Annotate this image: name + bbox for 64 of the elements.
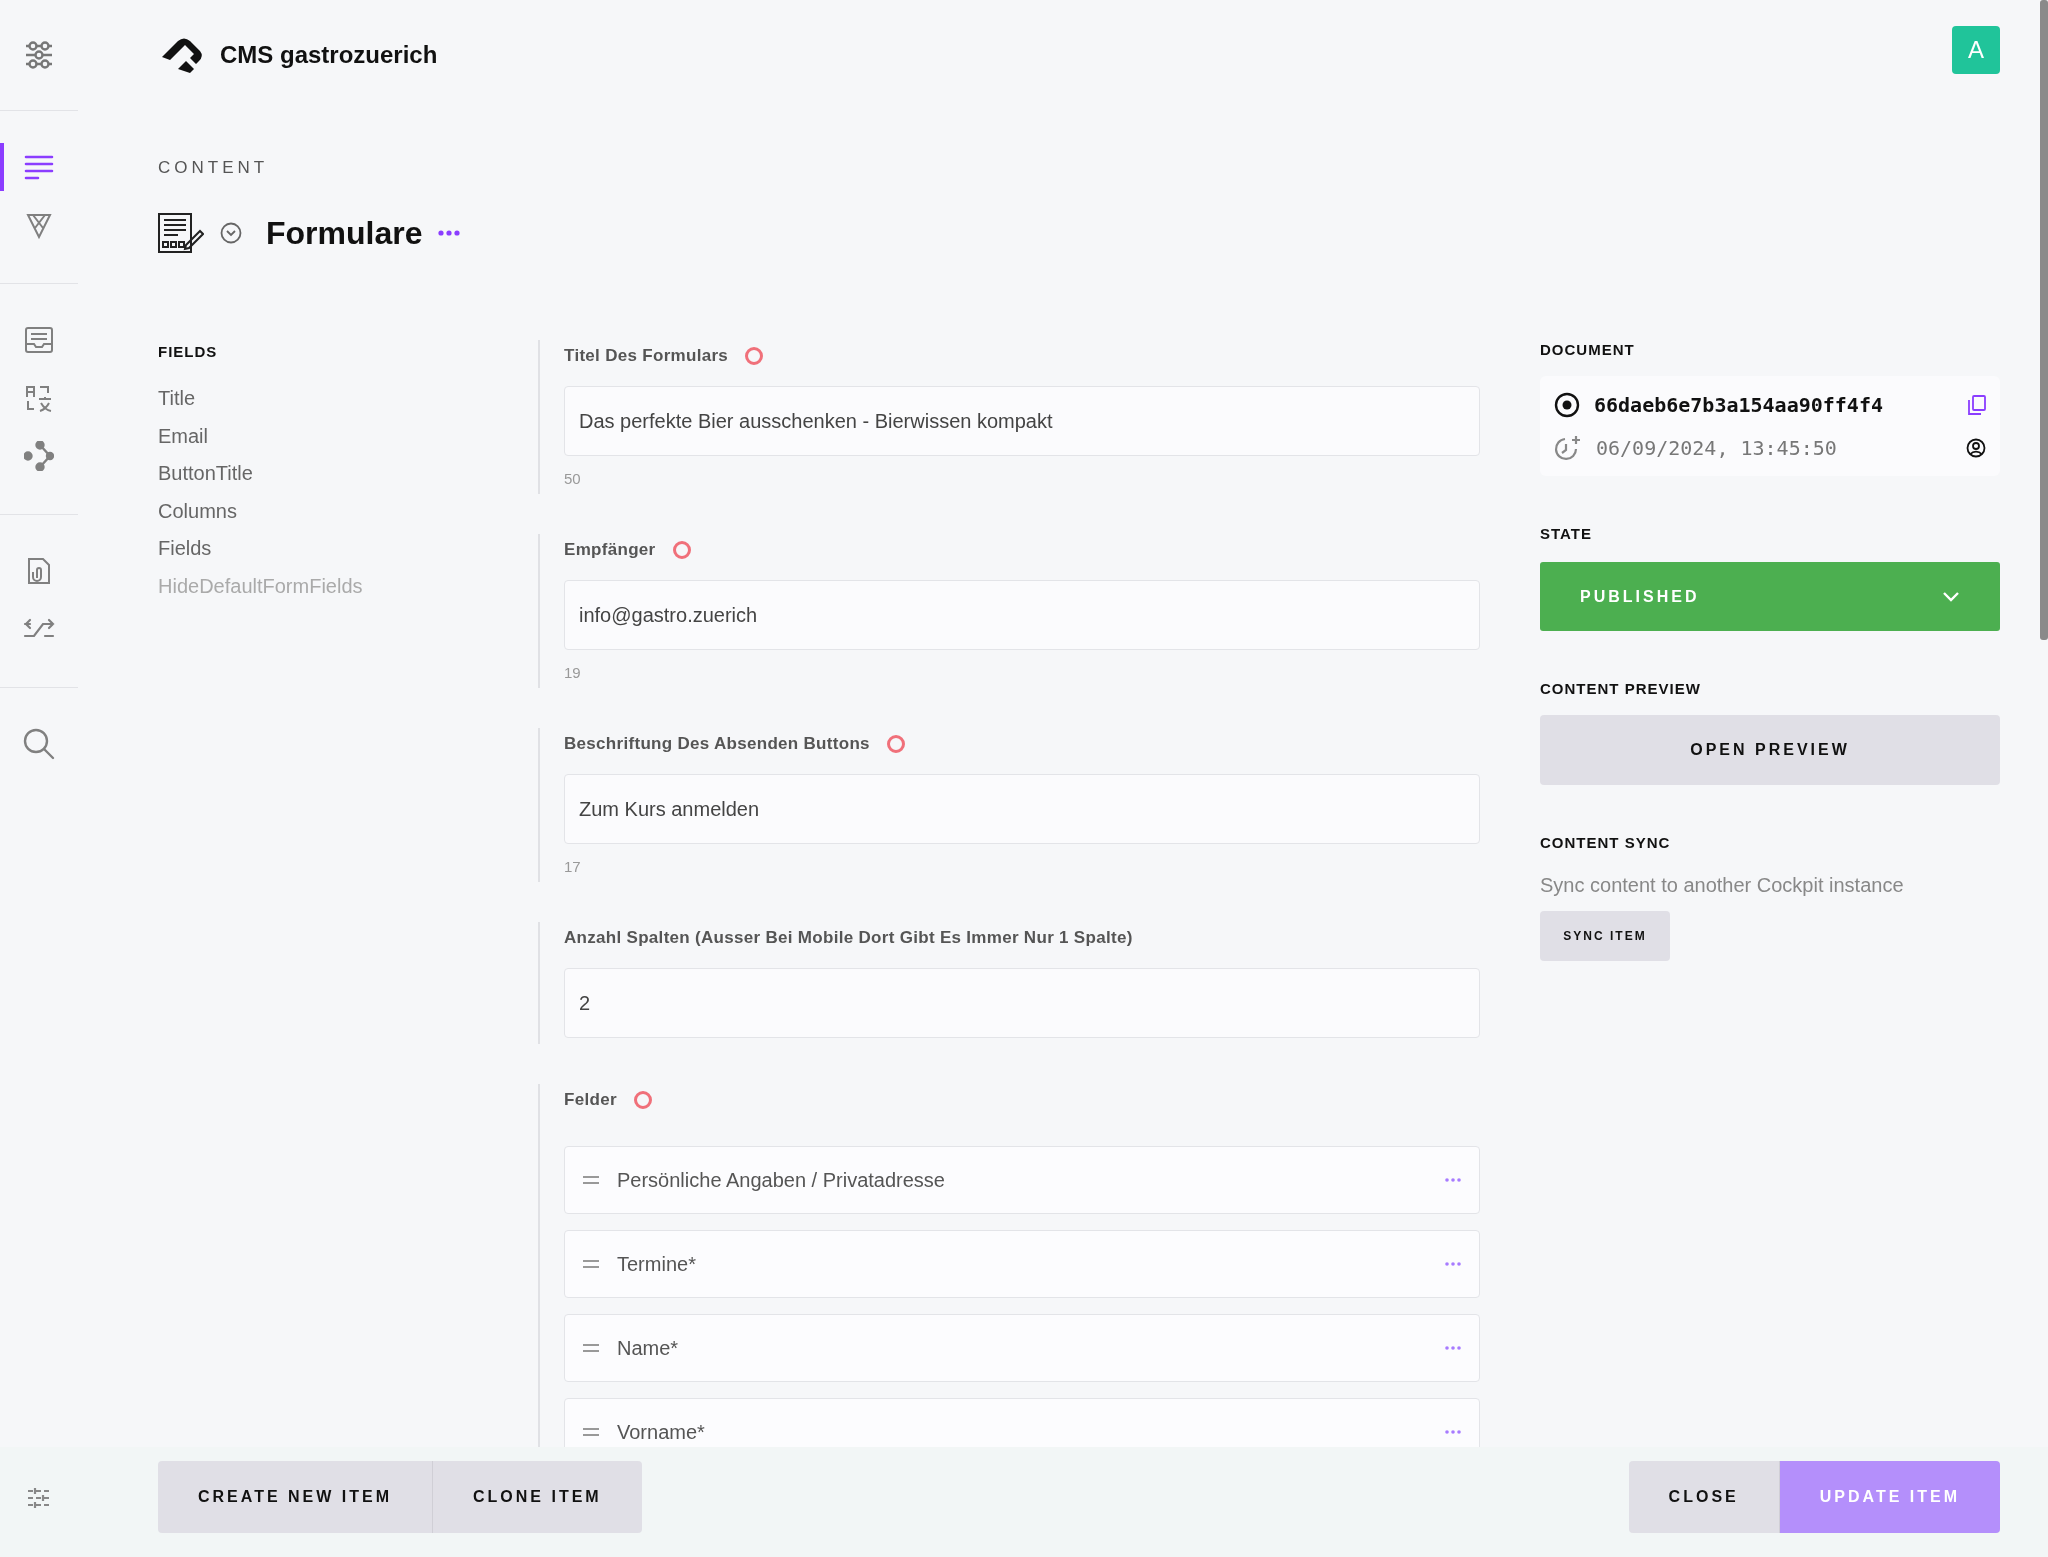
user-icon[interactable] [1966, 438, 1986, 458]
section-label: CONTENT [158, 158, 270, 178]
state-heading: STATE [1540, 524, 1593, 544]
sync-description: Sync content to another Cockpit instance [1540, 873, 1905, 897]
footer-button[interactable]: CLONE ITEM [433, 1461, 642, 1533]
character-count: 50 [564, 470, 582, 488]
field-label: Anzahl Spalten (Ausser Bei Mobile Dort Gibt Es Immer Nur 1 Spalte) [564, 928, 1133, 948]
list-item[interactable]: Termine* [564, 1230, 1480, 1298]
list-item[interactable]: Name* [564, 1314, 1480, 1382]
list-item[interactable]: Persönliche Angaben / Privatadresse [564, 1146, 1480, 1214]
chevron-down-icon [1942, 591, 1960, 602]
form-icon [158, 213, 204, 253]
text-field[interactable]: 2 [564, 968, 1480, 1038]
inbox-icon [24, 325, 54, 355]
fields-heading: FIELDS [158, 342, 219, 362]
close-button[interactable]: CLOSE [1628, 1461, 1780, 1533]
drag-handle-icon[interactable] [583, 1260, 599, 1268]
search-icon [23, 728, 55, 760]
page-title: Formulare [266, 214, 423, 252]
document-id: 66daeb6e7b3a154aa90ff4f4 [1594, 393, 1883, 417]
more-icon[interactable] [1445, 1262, 1461, 1266]
item-label: Vorname* [617, 1420, 705, 1444]
drag-handle-icon[interactable] [583, 1344, 599, 1352]
text-field[interactable]: Zum Kurs anmelden [564, 774, 1480, 844]
character-count: 19 [564, 664, 582, 682]
nodes-icon [24, 441, 54, 471]
footer-button[interactable]: CREATE NEW ITEM [158, 1461, 434, 1533]
item-label: Termine* [617, 1252, 696, 1276]
sync-item-button[interactable]: SYNC ITEM [1540, 911, 1670, 961]
field-label: Titel Des Formulars [564, 346, 729, 366]
field-label: Beschriftung Des Absenden Buttons [564, 734, 870, 754]
field-link[interactable]: Email [158, 417, 208, 456]
chevron-circle-icon[interactable] [220, 222, 242, 244]
more-icon[interactable] [1445, 1430, 1461, 1434]
text-field[interactable]: info@gastro.zuerich [564, 580, 1480, 650]
drag-handle-icon[interactable] [583, 1176, 599, 1184]
radio-dot-icon [1554, 392, 1580, 418]
item-label: Persönliche Angaben / Privatadresse [617, 1168, 945, 1192]
field-link[interactable]: ButtonTitle [158, 455, 253, 493]
list-item[interactable]: Vorname* [564, 1398, 1480, 1447]
field-link[interactable]: Columns [158, 492, 237, 531]
sync-heading: CONTENT SYNC [1540, 833, 1672, 853]
field-link[interactable]: Title [158, 380, 196, 418]
settings-sliders-icon[interactable] [27, 1487, 51, 1509]
copy-icon[interactable] [1968, 395, 1986, 415]
more-icon[interactable] [1445, 1178, 1461, 1182]
text-field[interactable]: Das perfekte Bier ausschenken - Bierwissen kompakt [564, 386, 1480, 456]
more-icon[interactable] [1445, 1346, 1461, 1350]
modified-date: 06/09/2024, 13:45:50 [1596, 436, 1837, 460]
item-label: Name* [617, 1336, 679, 1360]
preview-heading: CONTENT PREVIEW [1540, 679, 1702, 699]
more-icon[interactable] [438, 230, 461, 236]
field-link[interactable]: Fields [158, 530, 212, 568]
document-heading: DOCUMENT [1540, 340, 1636, 360]
app-title: CMS gastrozuerich [220, 41, 438, 69]
field-label: Felder [564, 1090, 617, 1110]
drag-handle-icon[interactable] [583, 1428, 599, 1436]
field-label: Empfänger [564, 540, 656, 560]
app-menu-icon[interactable] [24, 41, 54, 69]
clock-plus-icon [1554, 434, 1582, 462]
character-count: 17 [564, 858, 582, 876]
open-preview-button[interactable]: OPEN PREVIEW [1540, 715, 2000, 785]
scrollbar[interactable] [2040, 0, 2048, 640]
translate-icon [24, 383, 54, 413]
